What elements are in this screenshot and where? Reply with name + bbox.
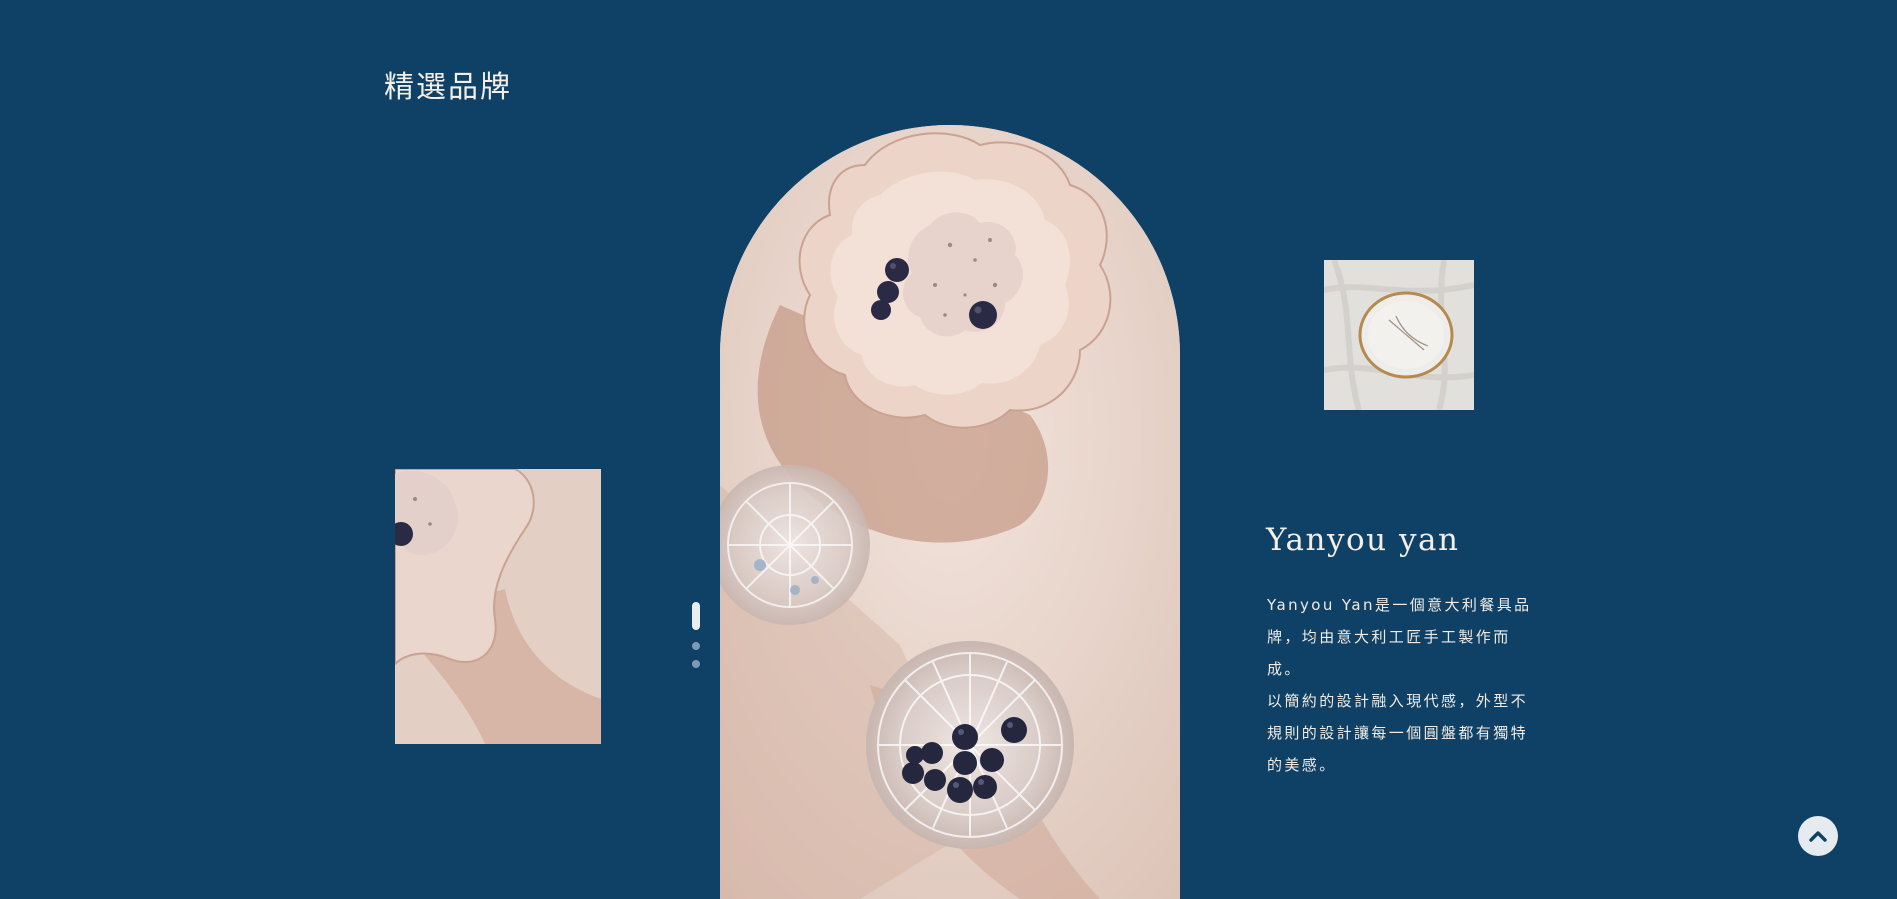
featured-product-image: [720, 125, 1180, 899]
scroll-to-top-button[interactable]: [1798, 816, 1838, 856]
carousel-pager: [690, 602, 702, 668]
chevron-up-icon: [1809, 831, 1827, 842]
carousel-indicator[interactable]: [692, 642, 700, 650]
product-thumbnail-left[interactable]: [395, 469, 601, 744]
brand-description-paragraph: 以簡約的設計融入現代感，外型不規則的設計讓每一個圓盤都有獨特的美感。: [1267, 692, 1529, 774]
brand-name: Yanyou yan: [1266, 522, 1460, 558]
brand-description: Yanyou Yan是一個意大利餐具品牌，均由意大利工匠手工製作而成。 以簡約的…: [1267, 589, 1539, 781]
brand-description-paragraph: Yanyou Yan是一個意大利餐具品牌，均由意大利工匠手工製作而成。: [1267, 596, 1532, 678]
carousel-indicator-active[interactable]: [692, 602, 700, 630]
carousel-indicator[interactable]: [692, 660, 700, 668]
product-thumbnail-right[interactable]: [1324, 260, 1474, 410]
section-title: 精選品牌: [384, 70, 512, 105]
